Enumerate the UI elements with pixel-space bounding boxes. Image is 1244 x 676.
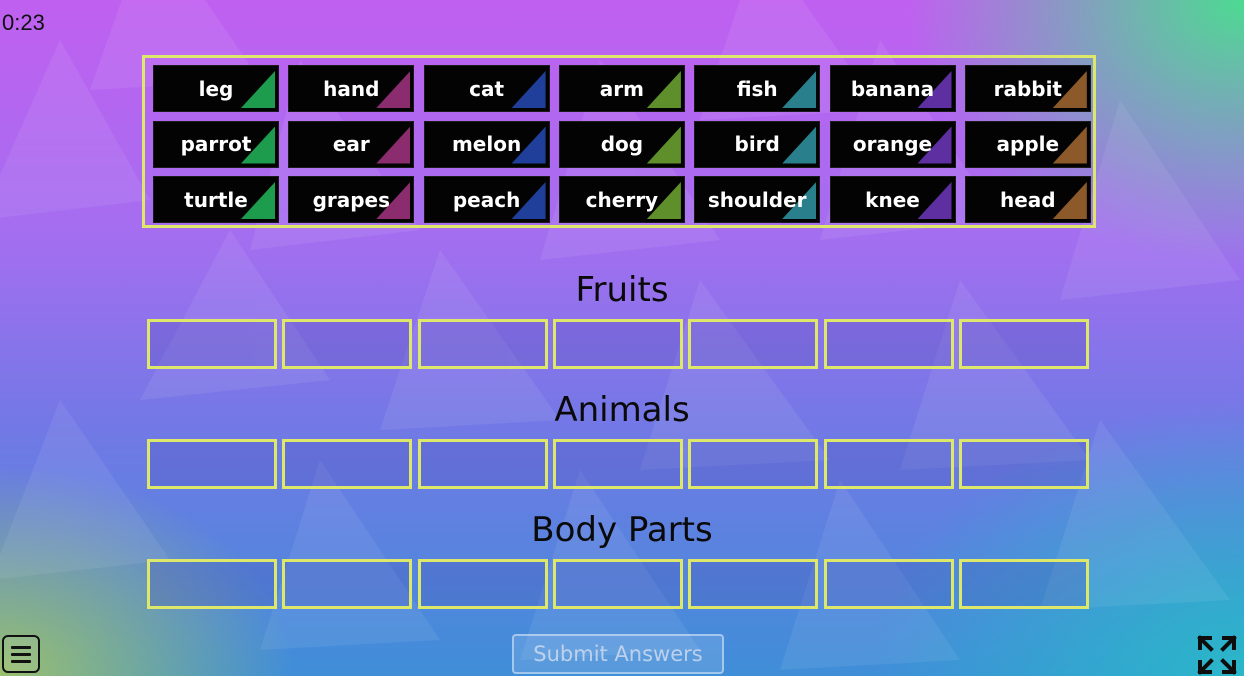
word-tile[interactable]: ear: [288, 120, 415, 168]
word-tile-label: orange: [852, 132, 933, 156]
answer-slot[interactable]: [958, 439, 1089, 489]
answer-slot[interactable]: [417, 559, 548, 609]
answer-slot[interactable]: [147, 439, 277, 489]
word-tile[interactable]: apple: [964, 120, 1091, 168]
word-tile-label: peach: [452, 187, 521, 212]
answer-slot[interactable]: [688, 319, 819, 369]
answer-slot[interactable]: [958, 559, 1089, 609]
word-tile-label: fish: [736, 76, 778, 101]
answer-slot[interactable]: [958, 319, 1089, 369]
word-tile-label: melon: [451, 132, 522, 156]
word-tile[interactable]: knee: [829, 176, 956, 223]
word-tile[interactable]: orange: [829, 120, 956, 168]
word-bank: leg hand cat arm fish banana rabbit parrot ear me…: [142, 55, 1096, 228]
word-tile[interactable]: cherry: [558, 176, 685, 223]
answer-slot[interactable]: [552, 439, 683, 489]
word-tile-label: knee: [865, 187, 920, 212]
word-tile[interactable]: rabbit: [964, 65, 1091, 112]
answer-slot[interactable]: [282, 319, 413, 369]
word-tile[interactable]: parrot: [153, 120, 279, 168]
word-tile-label: arm: [599, 76, 644, 101]
word-tile-label: leg: [198, 76, 234, 101]
category-title: Body Parts: [531, 510, 713, 550]
answer-slot[interactable]: [823, 319, 954, 369]
submit-answers-button[interactable]: Submit Answers: [512, 634, 724, 674]
word-tile-label: grapes: [312, 187, 391, 212]
word-tile[interactable]: turtle: [153, 176, 279, 223]
word-tile-label: cat: [469, 76, 505, 101]
answer-slot[interactable]: [552, 559, 683, 609]
category-title: Animals: [554, 390, 690, 430]
word-tile-label: turtle: [184, 187, 248, 212]
word-tile[interactable]: bird: [694, 120, 821, 168]
word-tile[interactable]: dog: [558, 120, 685, 168]
word-tile-label: cherry: [585, 187, 659, 212]
fullscreen-icon[interactable]: [1196, 634, 1238, 676]
word-tile-label: shoulder: [707, 187, 807, 212]
word-tile-label: dog: [600, 132, 644, 156]
word-tile[interactable]: melon: [423, 120, 550, 168]
answer-slot[interactable]: [417, 439, 548, 489]
word-tile[interactable]: leg: [153, 65, 279, 112]
word-tile[interactable]: cat: [423, 65, 550, 112]
answer-slot[interactable]: [552, 319, 683, 369]
answer-slot[interactable]: [823, 439, 954, 489]
word-tile[interactable]: banana: [829, 65, 956, 112]
word-tile-label: hand: [323, 76, 380, 101]
word-tile-label: apple: [996, 132, 1060, 156]
word-tile[interactable]: grapes: [288, 176, 415, 223]
word-tile[interactable]: hand: [288, 65, 415, 112]
answer-slot[interactable]: [282, 559, 413, 609]
word-tile[interactable]: head: [964, 176, 1091, 223]
word-tile[interactable]: arm: [558, 65, 685, 112]
answer-slot[interactable]: [282, 439, 413, 489]
hamburger-menu-icon: [11, 646, 31, 649]
word-tile[interactable]: fish: [694, 65, 821, 112]
answer-slot[interactable]: [147, 559, 277, 609]
answer-slot[interactable]: [823, 559, 954, 609]
word-tile[interactable]: peach: [423, 176, 550, 223]
word-tile-label: rabbit: [993, 76, 1062, 101]
word-tile-label: ear: [332, 132, 370, 156]
menu-button[interactable]: [2, 635, 40, 673]
word-tile-label: parrot: [180, 132, 252, 156]
word-tile-label: bird: [734, 132, 780, 156]
word-tile-label: banana: [850, 76, 935, 101]
answer-slot[interactable]: [417, 319, 548, 369]
timer: 0:23: [2, 10, 45, 35]
word-tile-label: head: [999, 187, 1056, 212]
category-title: Fruits: [575, 270, 669, 310]
answer-slot[interactable]: [147, 319, 277, 369]
answer-slot[interactable]: [688, 439, 819, 489]
word-tile[interactable]: shoulder: [694, 176, 821, 223]
answer-slot[interactable]: [688, 559, 819, 609]
